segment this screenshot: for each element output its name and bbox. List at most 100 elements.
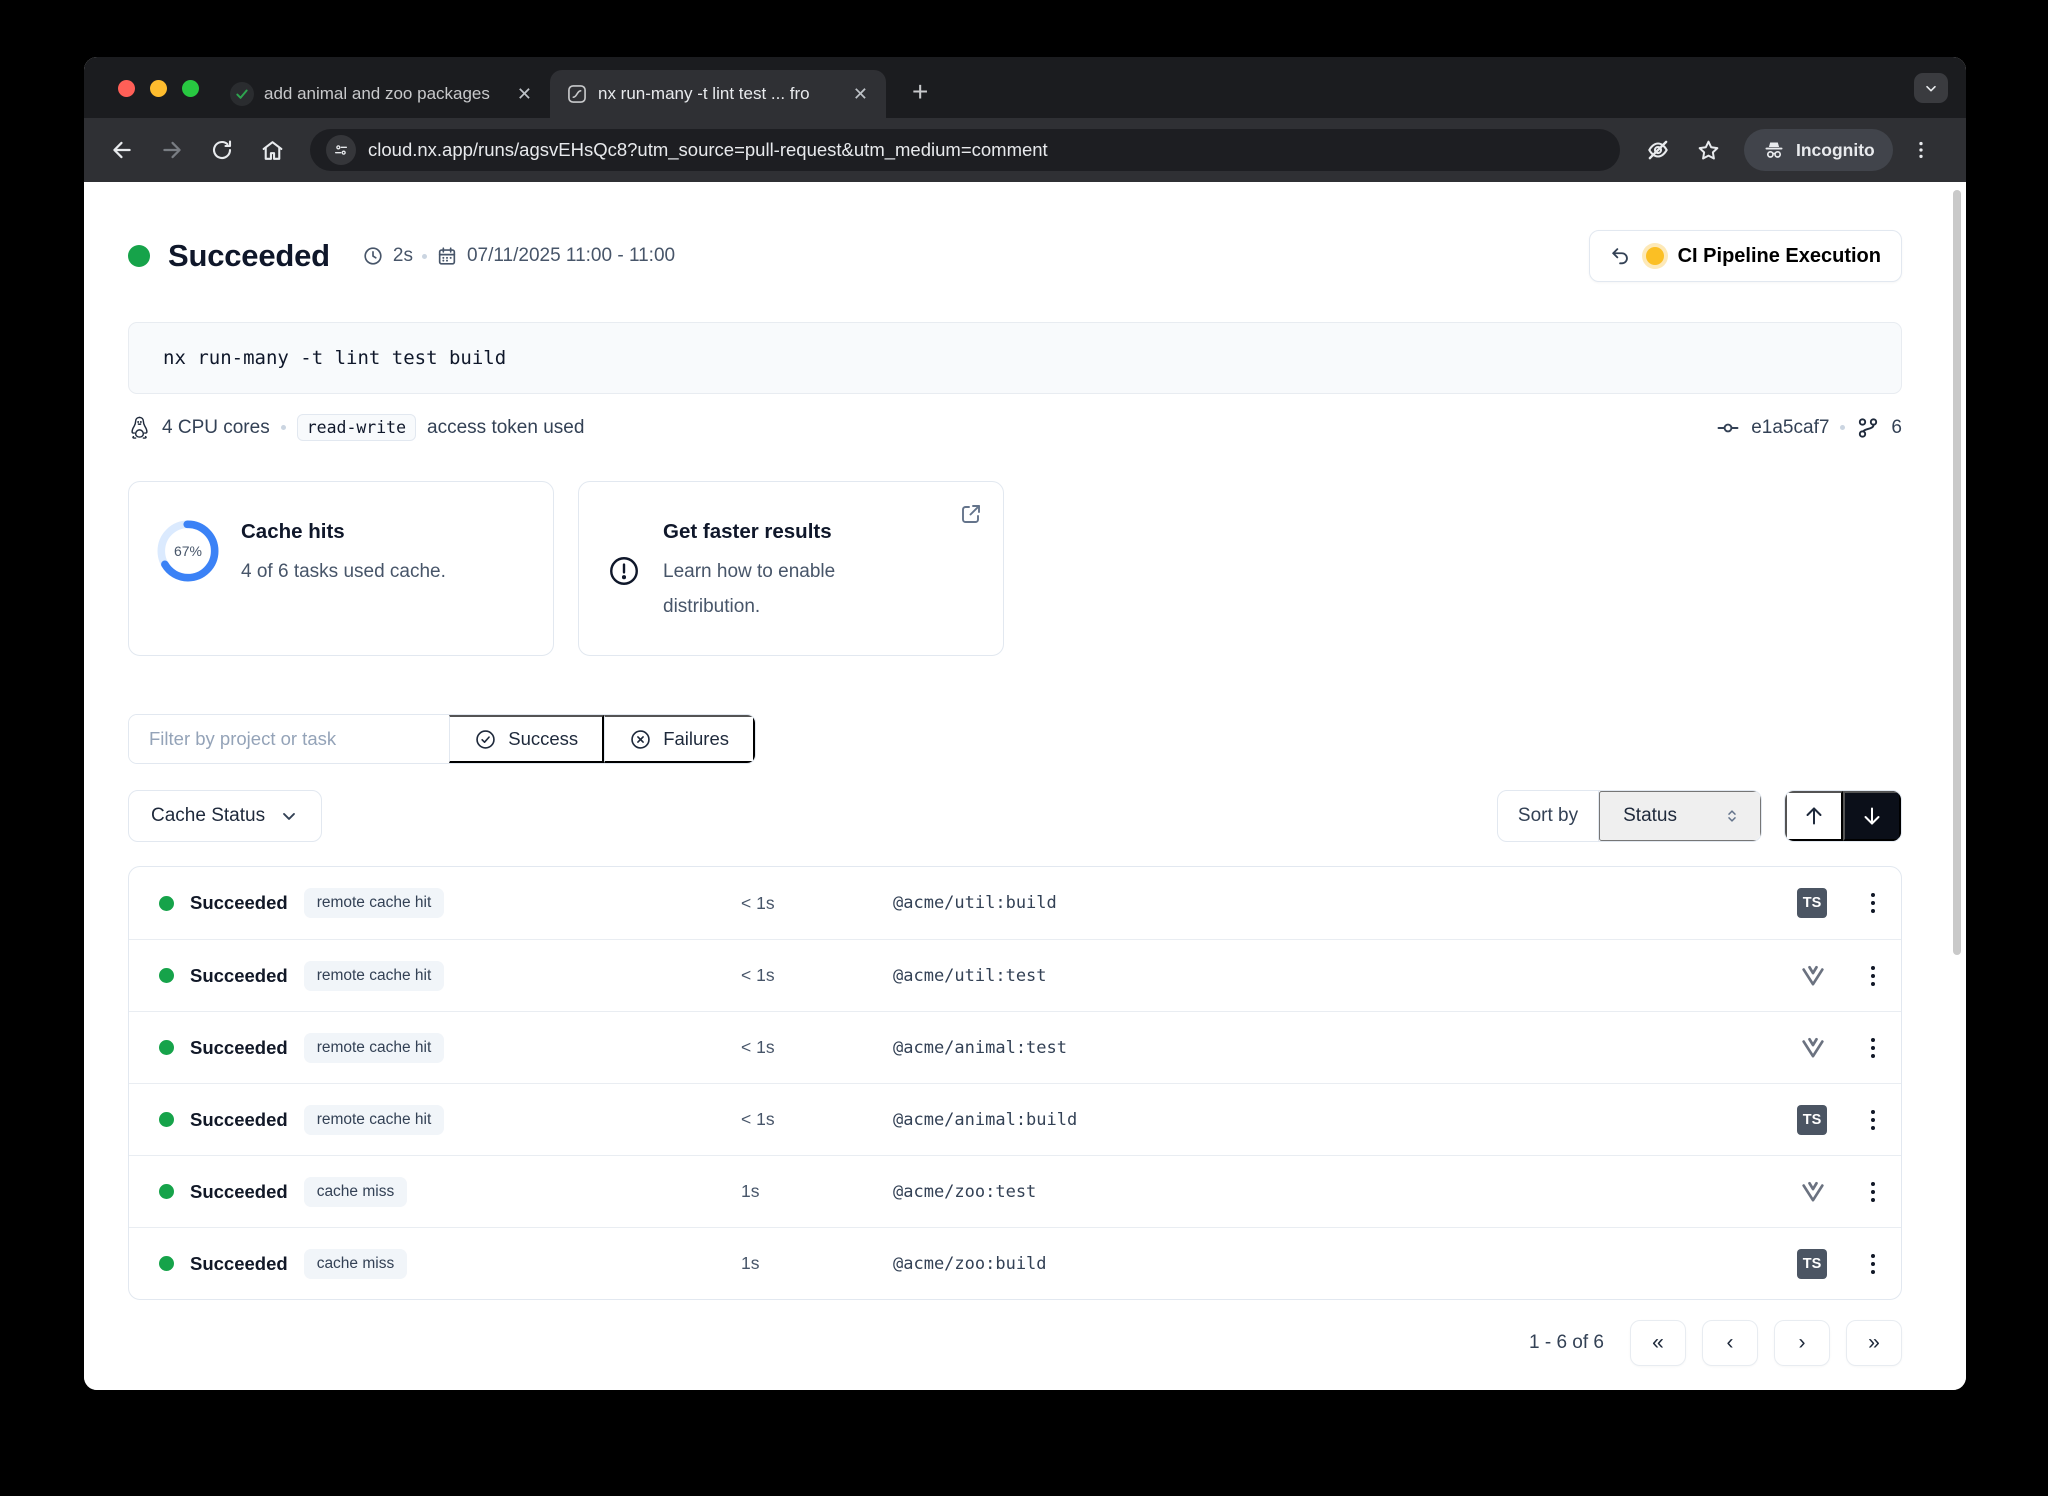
row-menu-icon[interactable] bbox=[1871, 1182, 1875, 1202]
task-status-label: Succeeded bbox=[190, 1037, 288, 1059]
typescript-icon: TS bbox=[1797, 1105, 1827, 1135]
table-row[interactable]: Succeeded cache miss 1s @acme/zoo:build … bbox=[129, 1227, 1901, 1299]
pr-check-icon bbox=[230, 82, 254, 106]
task-duration: < 1s bbox=[741, 965, 893, 986]
page-title: Succeeded bbox=[168, 238, 330, 274]
maximize-window-button[interactable] bbox=[182, 80, 199, 97]
address-bar[interactable]: cloud.nx.app/runs/agsvEHsQc8?utm_source=… bbox=[310, 129, 1620, 171]
reload-button[interactable] bbox=[200, 128, 244, 172]
cache-donut: 67% bbox=[157, 520, 219, 582]
new-tab-button[interactable]: + bbox=[904, 76, 936, 108]
scrollbar[interactable] bbox=[1953, 190, 1961, 955]
task-name[interactable]: @acme/util:build bbox=[893, 893, 1765, 913]
sort-field-select[interactable]: Status bbox=[1599, 791, 1761, 841]
typescript-icon: TS bbox=[1797, 1249, 1827, 1279]
task-status-label: Succeeded bbox=[190, 1253, 288, 1275]
distribution-card[interactable]: Get faster results Learn how to enable d… bbox=[578, 481, 1004, 656]
task-status-dot bbox=[159, 896, 174, 911]
table-row[interactable]: Succeeded remote cache hit < 1s @acme/ut… bbox=[129, 867, 1901, 939]
site-settings-icon[interactable] bbox=[326, 135, 356, 165]
run-duration: 2s bbox=[393, 245, 413, 267]
table-row[interactable]: Succeeded remote cache hit < 1s @acme/an… bbox=[129, 1083, 1901, 1155]
next-page-button[interactable]: › bbox=[1774, 1320, 1830, 1366]
failures-filter-button[interactable]: Failures bbox=[604, 715, 755, 763]
run-status-dot bbox=[128, 245, 150, 267]
undo-arrow-icon bbox=[1610, 245, 1632, 267]
task-name[interactable]: @acme/zoo:test bbox=[893, 1182, 1765, 1202]
task-status-dot bbox=[159, 1040, 174, 1055]
filter-input[interactable] bbox=[129, 715, 449, 763]
tab-pull-request[interactable]: add animal and zoo packages ✕ bbox=[214, 70, 550, 118]
ci-pipeline-execution-button[interactable]: CI Pipeline Execution bbox=[1589, 230, 1902, 282]
filter-bar: Success Failures bbox=[128, 714, 756, 764]
sort-by-label: Sort by bbox=[1498, 791, 1599, 841]
tab-nx-run[interactable]: nx run-many -t lint test ... fro ✕ bbox=[550, 70, 886, 118]
external-link-icon[interactable] bbox=[959, 502, 983, 526]
task-status-dot bbox=[159, 1256, 174, 1271]
forward-button[interactable] bbox=[150, 128, 194, 172]
branch-count[interactable]: 6 bbox=[1891, 417, 1902, 439]
task-status-label: Succeeded bbox=[190, 965, 288, 987]
circle-check-icon bbox=[474, 728, 497, 751]
select-chevrons-icon bbox=[1723, 807, 1741, 825]
success-filter-button[interactable]: Success bbox=[449, 715, 604, 763]
incognito-icon bbox=[1762, 138, 1786, 162]
home-button[interactable] bbox=[250, 128, 294, 172]
browser-menu-icon[interactable] bbox=[1899, 128, 1943, 172]
commit-icon bbox=[1716, 416, 1740, 440]
vitest-icon bbox=[1799, 1034, 1827, 1062]
browser-window: add animal and zoo packages ✕ nx run-man… bbox=[84, 57, 1966, 1390]
sort-ascending-button[interactable] bbox=[1785, 791, 1843, 841]
run-date-range: 07/11/2025 11:00 - 11:00 bbox=[467, 245, 675, 267]
table-row[interactable]: Succeeded remote cache hit < 1s @acme/an… bbox=[129, 1011, 1901, 1083]
task-name[interactable]: @acme/util:test bbox=[893, 966, 1765, 986]
pipeline-status-dot bbox=[1646, 247, 1664, 265]
cache-status-dropdown[interactable]: Cache Status bbox=[128, 790, 322, 842]
task-name[interactable]: @acme/zoo:build bbox=[893, 1254, 1765, 1274]
row-menu-icon[interactable] bbox=[1871, 893, 1875, 913]
task-status-dot bbox=[159, 968, 174, 983]
task-duration: 1s bbox=[741, 1253, 893, 1274]
success-filter-label: Success bbox=[508, 728, 578, 750]
arrow-up-icon bbox=[1802, 804, 1826, 828]
commit-hash[interactable]: e1a5caf7 bbox=[1751, 417, 1829, 439]
row-menu-icon[interactable] bbox=[1871, 1038, 1875, 1058]
cache-percent-label: 67% bbox=[157, 520, 219, 582]
command-box: nx run-many -t lint test build bbox=[128, 322, 1902, 394]
row-menu-icon[interactable] bbox=[1871, 1254, 1875, 1274]
pagination-label: 1 - 6 of 6 bbox=[1529, 1332, 1604, 1354]
arrow-down-icon bbox=[1860, 804, 1884, 828]
browser-toolbar: cloud.nx.app/runs/agsvEHsQc8?utm_source=… bbox=[84, 118, 1966, 182]
task-duration: < 1s bbox=[741, 893, 893, 914]
previous-page-button[interactable]: ‹ bbox=[1702, 1320, 1758, 1366]
task-status-label: Succeeded bbox=[190, 892, 288, 914]
eye-off-icon[interactable] bbox=[1636, 128, 1680, 172]
close-window-button[interactable] bbox=[118, 80, 135, 97]
tab-close-icon[interactable]: ✕ bbox=[849, 84, 872, 105]
task-duration: < 1s bbox=[741, 1037, 893, 1058]
tab-label: nx run-many -t lint test ... fro bbox=[598, 84, 839, 104]
task-status-dot bbox=[159, 1184, 174, 1199]
bookmark-star-icon[interactable] bbox=[1686, 128, 1730, 172]
last-page-button[interactable]: » bbox=[1846, 1320, 1902, 1366]
tab-search-chevron-button[interactable] bbox=[1914, 73, 1948, 103]
task-name[interactable]: @acme/animal:build bbox=[893, 1110, 1765, 1130]
task-duration: 1s bbox=[741, 1181, 893, 1202]
linux-icon bbox=[128, 415, 151, 440]
cache-hits-card: 67% Cache hits 4 of 6 tasks used cache. bbox=[128, 481, 554, 656]
sort-descending-button[interactable] bbox=[1843, 791, 1901, 841]
minimize-window-button[interactable] bbox=[150, 80, 167, 97]
table-row[interactable]: Succeeded cache miss 1s @acme/zoo:test T… bbox=[129, 1155, 1901, 1227]
table-row[interactable]: Succeeded remote cache hit < 1s @acme/ut… bbox=[129, 939, 1901, 1011]
task-status-dot bbox=[159, 1112, 174, 1127]
pagination: 1 - 6 of 6 « ‹ › » bbox=[128, 1320, 1902, 1366]
row-menu-icon[interactable] bbox=[1871, 966, 1875, 986]
task-name[interactable]: @acme/animal:test bbox=[893, 1038, 1765, 1058]
tab-close-icon[interactable]: ✕ bbox=[513, 84, 536, 105]
tab-label: add animal and zoo packages bbox=[264, 84, 503, 104]
first-page-button[interactable]: « bbox=[1630, 1320, 1686, 1366]
incognito-badge[interactable]: Incognito bbox=[1744, 129, 1893, 171]
row-menu-icon[interactable] bbox=[1871, 1110, 1875, 1130]
back-button[interactable] bbox=[100, 128, 144, 172]
cache-status-badge: cache miss bbox=[304, 1177, 408, 1207]
